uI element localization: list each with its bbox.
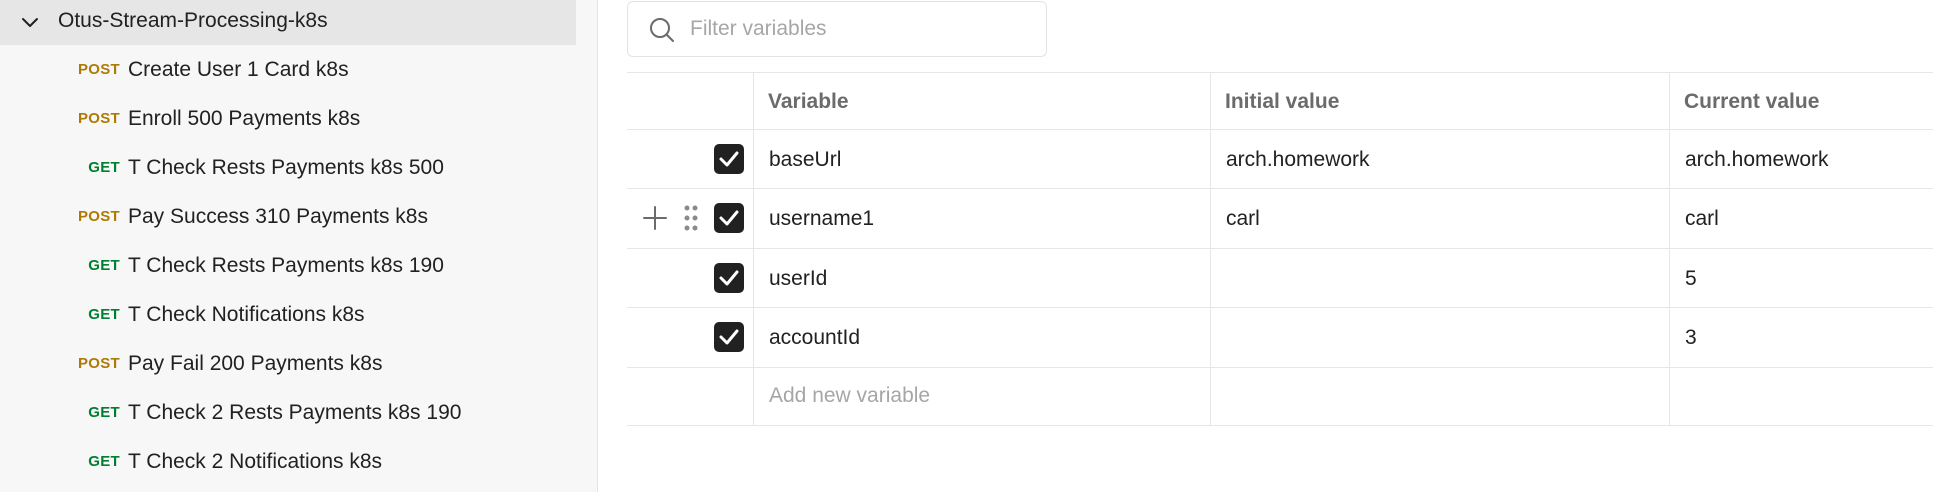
table-header-row: Variable Initial value Current value xyxy=(627,72,1933,130)
add-new-variable-placeholder[interactable]: Add new variable xyxy=(769,368,930,424)
request-item[interactable]: GET T Check Rests Payments k8s 500 xyxy=(0,143,576,192)
table-row: accountId 3 xyxy=(627,308,1933,368)
request-item[interactable]: GET T Check Notifications k8s xyxy=(0,290,576,339)
add-initial-value-cell[interactable] xyxy=(1210,368,1669,425)
header-current-value: Current value xyxy=(1684,90,1820,113)
add-variable-row: Add new variable xyxy=(627,368,1933,426)
enable-checkbox[interactable] xyxy=(714,322,744,352)
request-method-badge: GET xyxy=(88,404,120,421)
header-initial-cell: Initial value xyxy=(1210,73,1669,129)
initial-value-cell[interactable] xyxy=(1210,308,1669,367)
variable-name: username1 xyxy=(769,207,875,230)
initial-value: arch.homework xyxy=(1226,148,1370,171)
request-name: T Check Rests Payments k8s 500 xyxy=(128,156,444,179)
variable-name: accountId xyxy=(769,326,861,349)
request-method-badge: GET xyxy=(88,159,120,176)
variable-name: userId xyxy=(769,267,828,290)
request-name: T Check 2 Notifications k8s xyxy=(128,450,383,473)
add-variable-cell[interactable]: Add new variable xyxy=(753,368,1210,425)
request-method-badge: GET xyxy=(88,306,120,323)
current-value: 5 xyxy=(1685,267,1697,290)
request-item[interactable]: POST Create User 1 Card k8s xyxy=(0,45,576,94)
current-value-cell[interactable]: 5 xyxy=(1669,249,1933,307)
variable-name-cell[interactable]: username1 xyxy=(753,189,1210,248)
header-variable-cell: Variable xyxy=(753,73,1210,129)
enable-checkbox[interactable] xyxy=(714,144,744,174)
checkmark-icon xyxy=(719,210,739,226)
table-row: username1 carl carl xyxy=(627,189,1933,249)
chevron-down-icon[interactable] xyxy=(19,12,41,34)
request-name: Create User 1 Card k8s xyxy=(128,58,349,81)
enable-checkbox[interactable] xyxy=(714,203,744,233)
current-value: 3 xyxy=(1685,326,1697,349)
collection-name: Otus-Stream-Processing-k8s xyxy=(58,9,328,32)
current-value: arch.homework xyxy=(1685,148,1829,171)
current-value-cell[interactable]: arch.homework xyxy=(1669,130,1933,188)
variable-name-cell[interactable]: accountId xyxy=(753,308,1210,367)
collections-sidebar: Otus-Stream-Processing-k8s POST Create U… xyxy=(0,0,598,492)
filter-box[interactable] xyxy=(627,1,1047,57)
drag-handle-icon[interactable] xyxy=(684,205,698,231)
checkmark-icon xyxy=(719,270,739,286)
request-item[interactable]: POST Pay Fail 200 Payments k8s xyxy=(0,339,576,388)
enable-checkbox[interactable] xyxy=(714,263,744,293)
filter-variables-input[interactable] xyxy=(690,10,1030,48)
request-item[interactable]: GET T Check 2 Rests Payments k8s 190 xyxy=(0,388,576,437)
request-method-badge: POST xyxy=(77,208,120,225)
current-value-cell[interactable]: 3 xyxy=(1669,308,1933,367)
initial-value-cell[interactable] xyxy=(1210,249,1669,307)
table-row: userId 5 xyxy=(627,249,1933,308)
request-item[interactable]: GET T Check Rests Payments k8s 190 xyxy=(0,241,576,290)
checkmark-icon xyxy=(719,151,739,167)
variable-name-cell[interactable]: userId xyxy=(753,249,1210,307)
search-icon xyxy=(650,18,674,42)
variable-name: baseUrl xyxy=(769,148,842,171)
table-row: baseUrl arch.homework arch.homework xyxy=(627,130,1933,189)
variable-name-cell[interactable]: baseUrl xyxy=(753,130,1210,188)
initial-value: carl xyxy=(1226,207,1260,230)
request-name: T Check 2 Rests Payments k8s 190 xyxy=(128,401,462,424)
header-current-cell: Current value xyxy=(1669,73,1933,129)
request-method-badge: POST xyxy=(77,110,120,127)
request-method-badge: GET xyxy=(88,257,120,274)
variables-editor: Variable Initial value Current value bas… xyxy=(599,0,1933,492)
header-variable: Variable xyxy=(768,90,849,113)
request-item[interactable]: GET T Check 2 Notifications k8s xyxy=(0,437,576,486)
add-current-value-cell[interactable] xyxy=(1669,368,1933,425)
request-name: Pay Fail 200 Payments k8s xyxy=(128,352,383,375)
current-value: carl xyxy=(1685,207,1719,230)
request-name: Pay Success 310 Payments k8s xyxy=(128,205,428,228)
request-method-badge: POST xyxy=(77,61,120,78)
plus-icon[interactable] xyxy=(642,205,668,231)
request-item[interactable]: POST Enroll 500 Payments k8s xyxy=(0,94,576,143)
collection-item[interactable]: Otus-Stream-Processing-k8s xyxy=(0,0,576,45)
initial-value-cell[interactable]: arch.homework xyxy=(1210,130,1669,188)
request-name: Enroll 500 Payments k8s xyxy=(128,107,361,130)
checkmark-icon xyxy=(719,329,739,345)
current-value-cell[interactable]: carl xyxy=(1669,189,1933,248)
header-initial-value: Initial value xyxy=(1225,90,1340,113)
request-item[interactable]: POST Pay Success 310 Payments k8s xyxy=(0,192,576,241)
request-method-badge: GET xyxy=(88,453,120,470)
request-name: T Check Notifications k8s xyxy=(128,303,365,326)
initial-value-cell[interactable]: carl xyxy=(1210,189,1669,248)
request-method-badge: POST xyxy=(77,355,120,372)
request-name: T Check Rests Payments k8s 190 xyxy=(128,254,444,277)
